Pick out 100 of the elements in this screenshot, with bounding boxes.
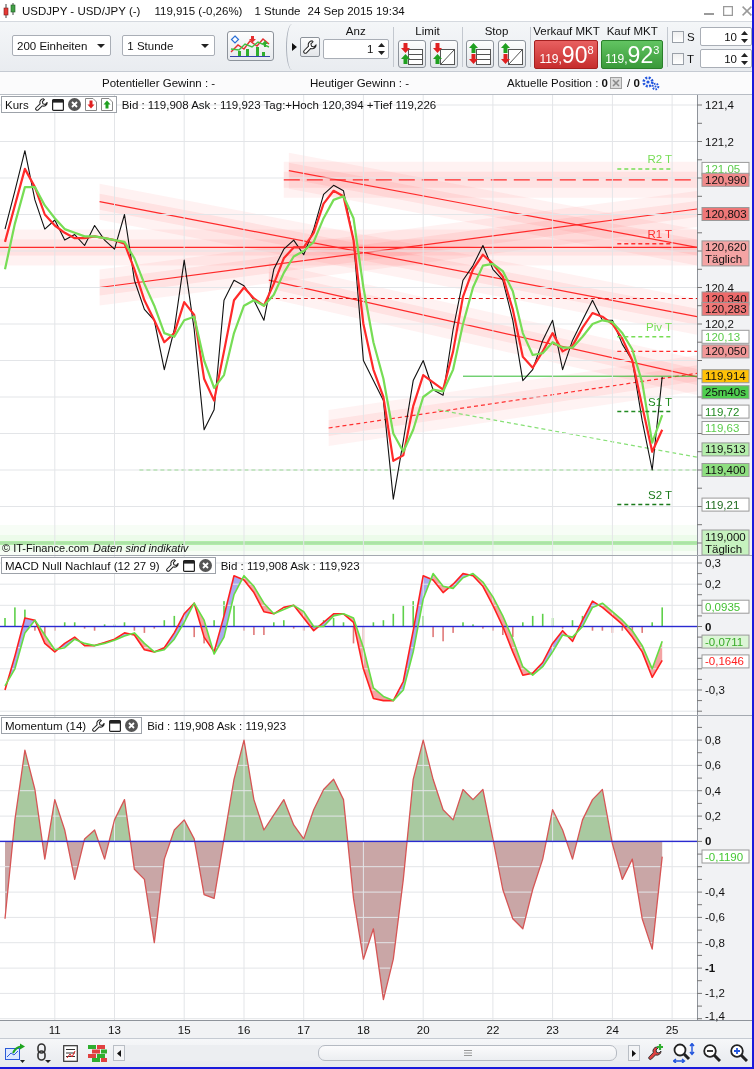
wrench-plus-icon[interactable]	[648, 1044, 664, 1062]
position-count-text: / 0	[627, 77, 640, 89]
pivot-line	[616, 242, 673, 245]
stop-order-button[interactable]	[498, 40, 527, 68]
spinner-arrows-icon	[377, 43, 385, 55]
quantity-field[interactable]: 1	[323, 39, 389, 59]
value-label: -0,1190	[701, 849, 750, 864]
axis-label: 20	[416, 1024, 430, 1036]
quantity-label: Anz	[345, 24, 366, 39]
settings-button[interactable]	[300, 37, 321, 57]
triangle-icon[interactable]	[292, 43, 298, 51]
number-field[interactable]: 10	[699, 49, 752, 68]
axis-label: -0,6	[705, 911, 725, 924]
window-icon[interactable]	[182, 559, 195, 572]
wrench-icon[interactable]	[165, 559, 179, 572]
axis-label: 23	[546, 1024, 559, 1036]
histogram-bar	[153, 626, 156, 629]
limit-order-button[interactable]	[429, 40, 458, 68]
histogram-bar	[292, 626, 295, 629]
histogram-bar	[571, 620, 574, 627]
chart-type-button[interactable]	[226, 31, 275, 61]
histogram-bar	[93, 626, 96, 631]
arrows-slash-icon	[501, 43, 524, 65]
axis-label: 120,2	[705, 318, 734, 330]
timestamp-text: 24 Sep 2015 19:34	[307, 4, 405, 17]
price-label: 119,000 Täglich	[701, 529, 750, 555]
checkbox-label: S	[686, 30, 696, 43]
arrows-list-icon	[469, 43, 492, 65]
limit-label: Limit	[415, 24, 440, 39]
axis-label: -0,8	[705, 936, 725, 949]
zoom-out-icon[interactable]	[703, 1044, 721, 1062]
quote-info-text: Bid : 119,908 Ask : 119,923	[147, 719, 287, 732]
sell-label: Verkauf MKT	[533, 24, 600, 39]
limit-order-button[interactable]	[397, 40, 426, 68]
number-field[interactable]: 10	[699, 27, 752, 46]
window-icon[interactable]	[109, 719, 122, 732]
document-up-arrow-icon[interactable]	[100, 98, 113, 111]
units-dropdown[interactable]: 200 Einheiten	[12, 35, 112, 56]
pivot-label: S2 T	[648, 488, 673, 501]
price-label: 119,63	[701, 421, 750, 435]
interval-text: 1 Stunde	[254, 4, 301, 17]
minimize-icon[interactable]	[704, 12, 714, 15]
value-label: 0,0935	[701, 599, 750, 614]
zoom-fit-icon[interactable]	[673, 1043, 695, 1063]
histogram-bar	[103, 624, 106, 627]
chain-link-icon[interactable]	[35, 1043, 51, 1063]
histogram-bar	[143, 626, 146, 633]
axis-label: 24	[606, 1024, 619, 1036]
chart-arrow-icon[interactable]	[4, 1043, 26, 1063]
quote-text: 119,915 (-0,26%)	[154, 4, 243, 17]
value-label: -0,1646	[701, 654, 750, 669]
panel-title: Momentum (14)	[5, 719, 87, 732]
price-label: 120,803	[701, 207, 750, 221]
document-down-arrow-icon[interactable]	[84, 98, 97, 111]
scroll-left-button[interactable]	[113, 1045, 125, 1061]
histogram-bar	[631, 626, 634, 631]
histogram-bar	[591, 626, 594, 631]
histogram-bar	[302, 626, 305, 631]
left-arrow-icon	[117, 1049, 121, 1057]
axis-label: 0,4	[705, 784, 721, 797]
chart-icon	[230, 35, 271, 57]
price-label: 25m40s	[701, 385, 750, 400]
crossed-box-icon[interactable]	[610, 77, 622, 89]
histogram-bar	[163, 620, 166, 627]
histogram-bar	[561, 626, 564, 629]
histogram-bar	[541, 613, 544, 627]
axis-label: 121,2	[705, 135, 734, 148]
maximize-icon[interactable]	[723, 5, 733, 16]
axis-label: 0	[705, 835, 712, 848]
window-icon[interactable]	[51, 98, 64, 111]
notes-icon[interactable]	[63, 1044, 78, 1062]
histogram-bar	[83, 626, 86, 629]
scroll-right-button[interactable]	[628, 1045, 640, 1061]
period-dropdown[interactable]: 1 Stunde	[122, 35, 215, 56]
buy-label: Kauf MKT	[606, 24, 658, 39]
histogram-bar	[392, 613, 395, 627]
close-icon[interactable]	[198, 559, 212, 572]
close-icon[interactable]	[67, 98, 81, 111]
price-label: 120,990	[701, 172, 750, 187]
zoom-in-icon[interactable]	[730, 1044, 748, 1062]
price-label: 119,72	[701, 404, 750, 419]
stop-order-button[interactable]	[466, 40, 495, 68]
gears-icon[interactable]	[641, 75, 660, 91]
pivot-line	[616, 503, 673, 506]
checkbox[interactable]	[671, 30, 684, 43]
axis-label: 0,8	[705, 734, 721, 747]
wrench-icon[interactable]	[34, 98, 48, 111]
axis-label: 120,4	[705, 281, 734, 294]
histogram-bar	[332, 618, 335, 627]
checkbox[interactable]	[671, 52, 684, 65]
candlestick-icon	[3, 2, 17, 19]
close-icon[interactable]	[125, 719, 139, 732]
copyright-text: © IT-Finance.com	[2, 542, 89, 554]
wrench-icon[interactable]	[92, 719, 106, 732]
axis-label: -1,4	[705, 1010, 725, 1022]
histogram-bar	[73, 622, 76, 627]
wrench-icon	[303, 40, 318, 54]
axis-label: 13	[108, 1024, 121, 1036]
bricks-icon[interactable]	[88, 1044, 107, 1062]
scrollbar-thumb[interactable]	[318, 1045, 617, 1061]
